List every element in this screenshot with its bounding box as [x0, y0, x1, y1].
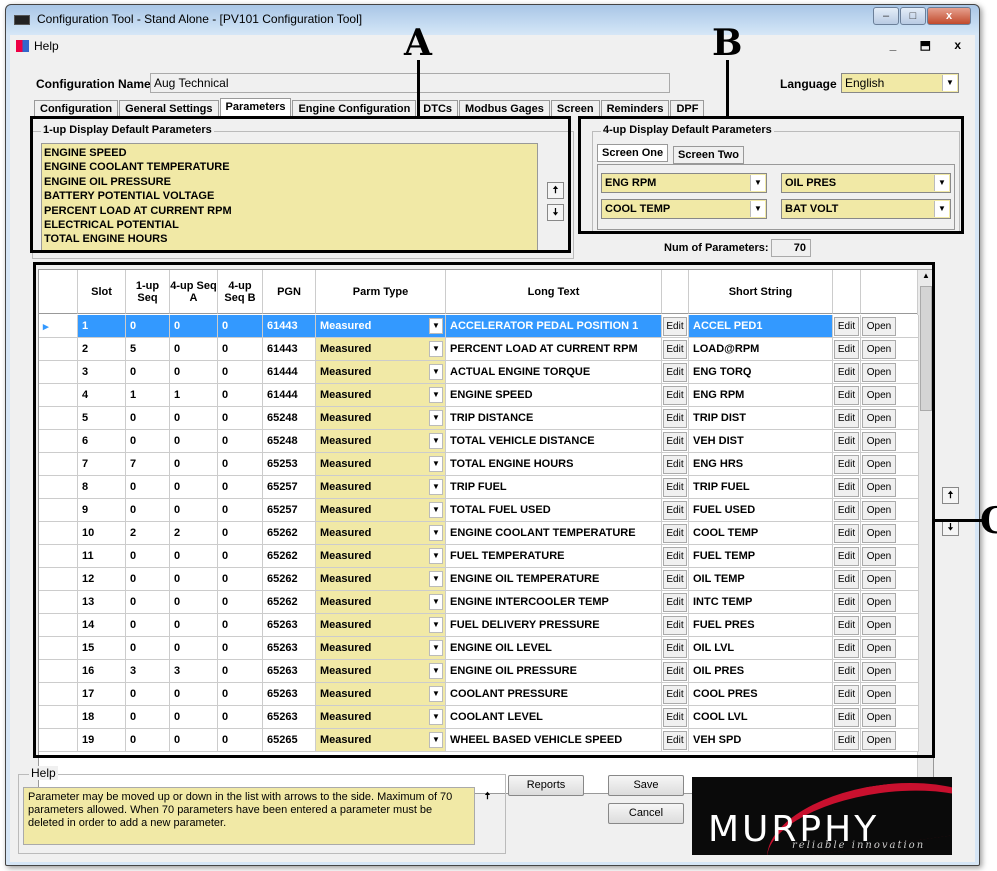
reports-button[interactable]: Reports	[508, 775, 584, 796]
logo-tagline: reliable innovation	[792, 840, 926, 851]
help-scroll-up-icon[interactable]: 🠅	[479, 789, 496, 806]
annotation-line-b	[726, 60, 729, 118]
num-params-value: 70	[771, 239, 811, 257]
annotation-box-b	[578, 116, 964, 234]
menu-help[interactable]: Help	[34, 39, 59, 53]
annotation-box-a	[30, 116, 571, 253]
grid-move-up-button[interactable]: 🠅	[942, 487, 959, 504]
minimize-button[interactable]: –	[873, 7, 899, 25]
menu-bar: Help _ ⬒ x	[10, 35, 975, 57]
language-select[interactable]: English ▼	[841, 73, 959, 93]
save-button[interactable]: Save	[608, 775, 684, 796]
language-label: Language	[780, 77, 837, 91]
help-title: Help	[29, 766, 58, 780]
annotation-line-a	[417, 60, 420, 118]
annotation-letter-a: A	[404, 22, 432, 64]
murphy-logo: MURPHY reliable innovation	[692, 777, 952, 855]
config-name-input[interactable]: Aug Technical	[150, 73, 670, 93]
mdi-controls[interactable]: _ ⬒ x	[890, 38, 971, 52]
annotation-line-c	[935, 519, 985, 522]
title-bar: Configuration Tool - Stand Alone - [PV10…	[6, 5, 979, 33]
window-title: Configuration Tool - Stand Alone - [PV10…	[37, 12, 363, 26]
down-arrow-icon: 🠇	[947, 522, 954, 533]
annotation-letter-c: C	[980, 500, 997, 542]
cancel-button[interactable]: Cancel	[608, 803, 684, 824]
mdi-child-icon[interactable]	[16, 40, 29, 52]
up-arrow-icon: 🠅	[947, 490, 954, 501]
app-icon	[14, 15, 30, 25]
chevron-down-icon[interactable]: ▼	[942, 75, 957, 91]
help-text: Parameter may be moved up or down in the…	[23, 787, 475, 845]
help-group: Help Parameter may be moved up or down i…	[18, 766, 506, 854]
annotation-letter-b: B	[712, 22, 743, 64]
maximize-button[interactable]: □	[900, 7, 926, 25]
annotation-box-c	[33, 262, 935, 758]
tab-parameters[interactable]: Parameters	[219, 98, 292, 118]
language-value: English	[845, 76, 885, 90]
config-name-label: Configuration Name:	[36, 77, 155, 91]
close-button[interactable]: x	[927, 7, 971, 25]
num-params-label: Num of Parameters:	[664, 242, 769, 254]
